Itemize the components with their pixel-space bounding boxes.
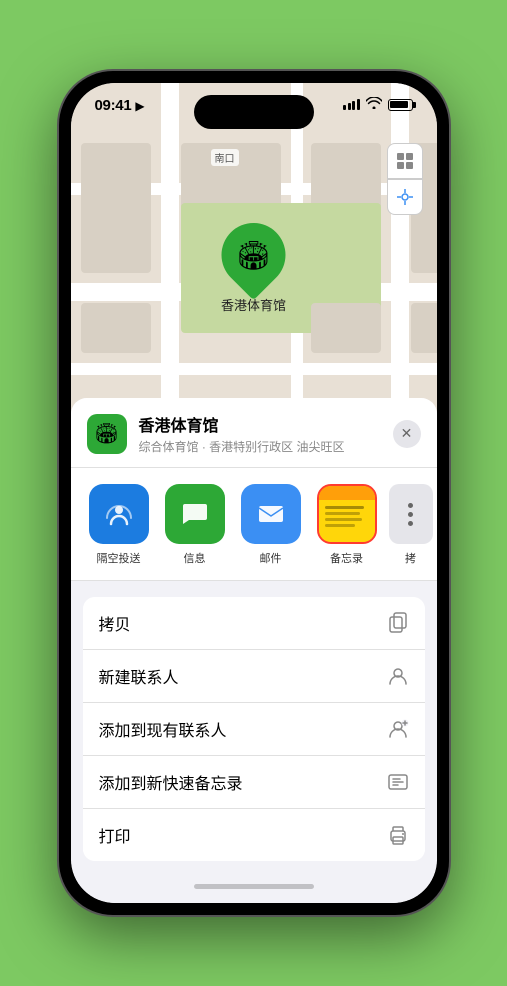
status-time: 09:41 [95,97,132,114]
action-copy-label: 拷贝 [99,611,131,635]
print-icon [387,824,409,846]
dynamic-island [194,95,314,129]
mail-icon [241,484,301,544]
action-item-add-notes[interactable]: 添加到新快速备忘录 [83,756,425,809]
share-row: 隔空投送 信息 [71,468,437,581]
location-header: 🏟 香港体育馆 综合体育馆 · 香港特别行政区 油尖旺区 ✕ [71,398,437,468]
share-item-notes[interactable]: 备忘录 [315,484,379,566]
action-item-copy[interactable]: 拷贝 [83,597,425,650]
messages-icon [165,484,225,544]
more-icon [389,484,433,544]
action-print-label: 打印 [99,823,131,847]
location-subtitle: 综合体育馆 · 香港特别行政区 油尖旺区 [139,438,393,455]
action-list-container: 拷贝 新建联系人 添加到现有联系人 [71,581,437,861]
location-info: 香港体育馆 综合体育馆 · 香港特别行政区 油尖旺区 [139,412,393,455]
share-item-airdrop[interactable]: 隔空投送 [87,484,151,566]
wifi-icon [366,97,382,112]
location-button[interactable] [387,179,423,215]
share-item-more[interactable]: 拷 [391,484,431,566]
share-item-mail[interactable]: 邮件 [239,484,303,566]
status-icons [343,97,413,112]
signal-bars-icon [343,99,360,110]
notes-icon [317,484,377,544]
mail-label: 邮件 [260,550,282,566]
add-existing-icon [387,718,409,740]
action-add-existing-label: 添加到现有联系人 [99,717,227,741]
airdrop-icon [89,484,149,544]
action-item-add-existing[interactable]: 添加到现有联系人 [83,703,425,756]
messages-label: 信息 [184,550,206,566]
add-notes-icon [387,771,409,793]
map-label-nankou: 南口 [211,149,239,166]
location-arrow-icon: ▶ [135,99,144,113]
action-list: 拷贝 新建联系人 添加到现有联系人 [83,597,425,861]
location-icon: 🏟 [87,414,127,454]
notes-label: 备忘录 [330,550,363,566]
map-controls [387,143,423,215]
location-pin: 🏟 香港体育馆 [221,223,286,314]
bottom-sheet: 🏟 香港体育馆 综合体育馆 · 香港特别行政区 油尖旺区 ✕ [71,398,437,903]
map-type-button[interactable] [387,143,423,179]
phone-screen: 09:41 ▶ [71,83,437,903]
more-label: 拷 [405,550,416,566]
home-indicator [71,869,437,903]
action-new-contact-label: 新建联系人 [99,664,179,688]
copy-icon [387,612,409,634]
share-item-messages[interactable]: 信息 [163,484,227,566]
action-item-new-contact[interactable]: 新建联系人 [83,650,425,703]
action-add-notes-label: 添加到新快速备忘录 [99,770,243,794]
phone-frame: 09:41 ▶ [59,71,449,915]
close-button[interactable]: ✕ [393,420,421,448]
new-contact-icon [387,665,409,687]
location-name: 香港体育馆 [139,412,393,436]
pin-emoji: 🏟 [236,239,272,272]
battery-icon [388,99,413,111]
action-item-print[interactable]: 打印 [83,809,425,861]
airdrop-label: 隔空投送 [97,550,141,566]
home-bar [194,884,314,889]
